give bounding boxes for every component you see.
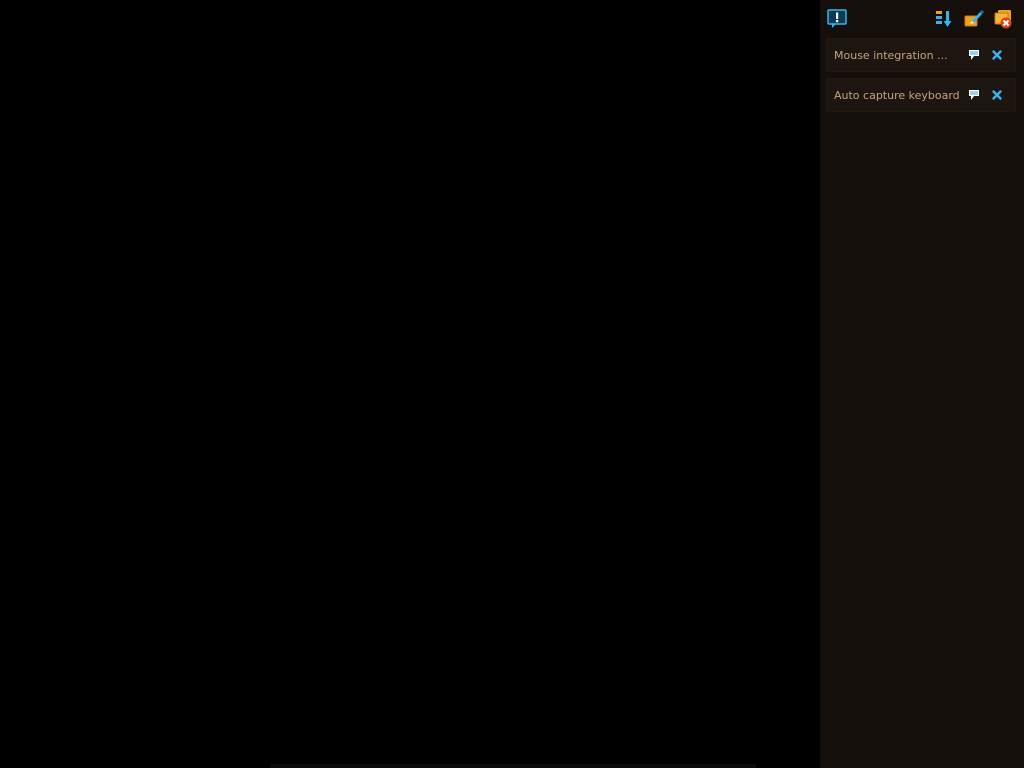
notification-center-panel: Mouse integration ... Auto capture keybo… [820,0,1024,768]
sort-order-icon [934,9,954,29]
show-messages-button[interactable] [827,9,847,29]
sort-notifications-button[interactable] [934,9,954,29]
message-exclamation-icon [827,9,847,29]
close-icon[interactable] [990,48,1004,62]
pin-icon [964,9,984,29]
notification-message: Mouse integration ... [834,49,948,62]
dismiss-all-button[interactable] [993,9,1013,29]
pin-icon[interactable] [967,88,981,102]
pin-icon[interactable] [967,48,981,62]
notification-item[interactable]: Mouse integration ... [826,38,1016,72]
close-icon[interactable] [990,88,1004,102]
bottom-edge-hint [270,764,756,768]
pin-all-button[interactable] [964,9,984,29]
vm-window: Mouse integration ... Auto capture keybo… [0,0,1024,768]
vm-display-area[interactable] [0,0,820,768]
notification-item[interactable]: Auto capture keyboard ... [826,78,1016,112]
notification-message: Auto capture keyboard ... [834,89,964,102]
notification-toolbar [821,0,1024,36]
dismiss-all-icon [993,9,1013,29]
